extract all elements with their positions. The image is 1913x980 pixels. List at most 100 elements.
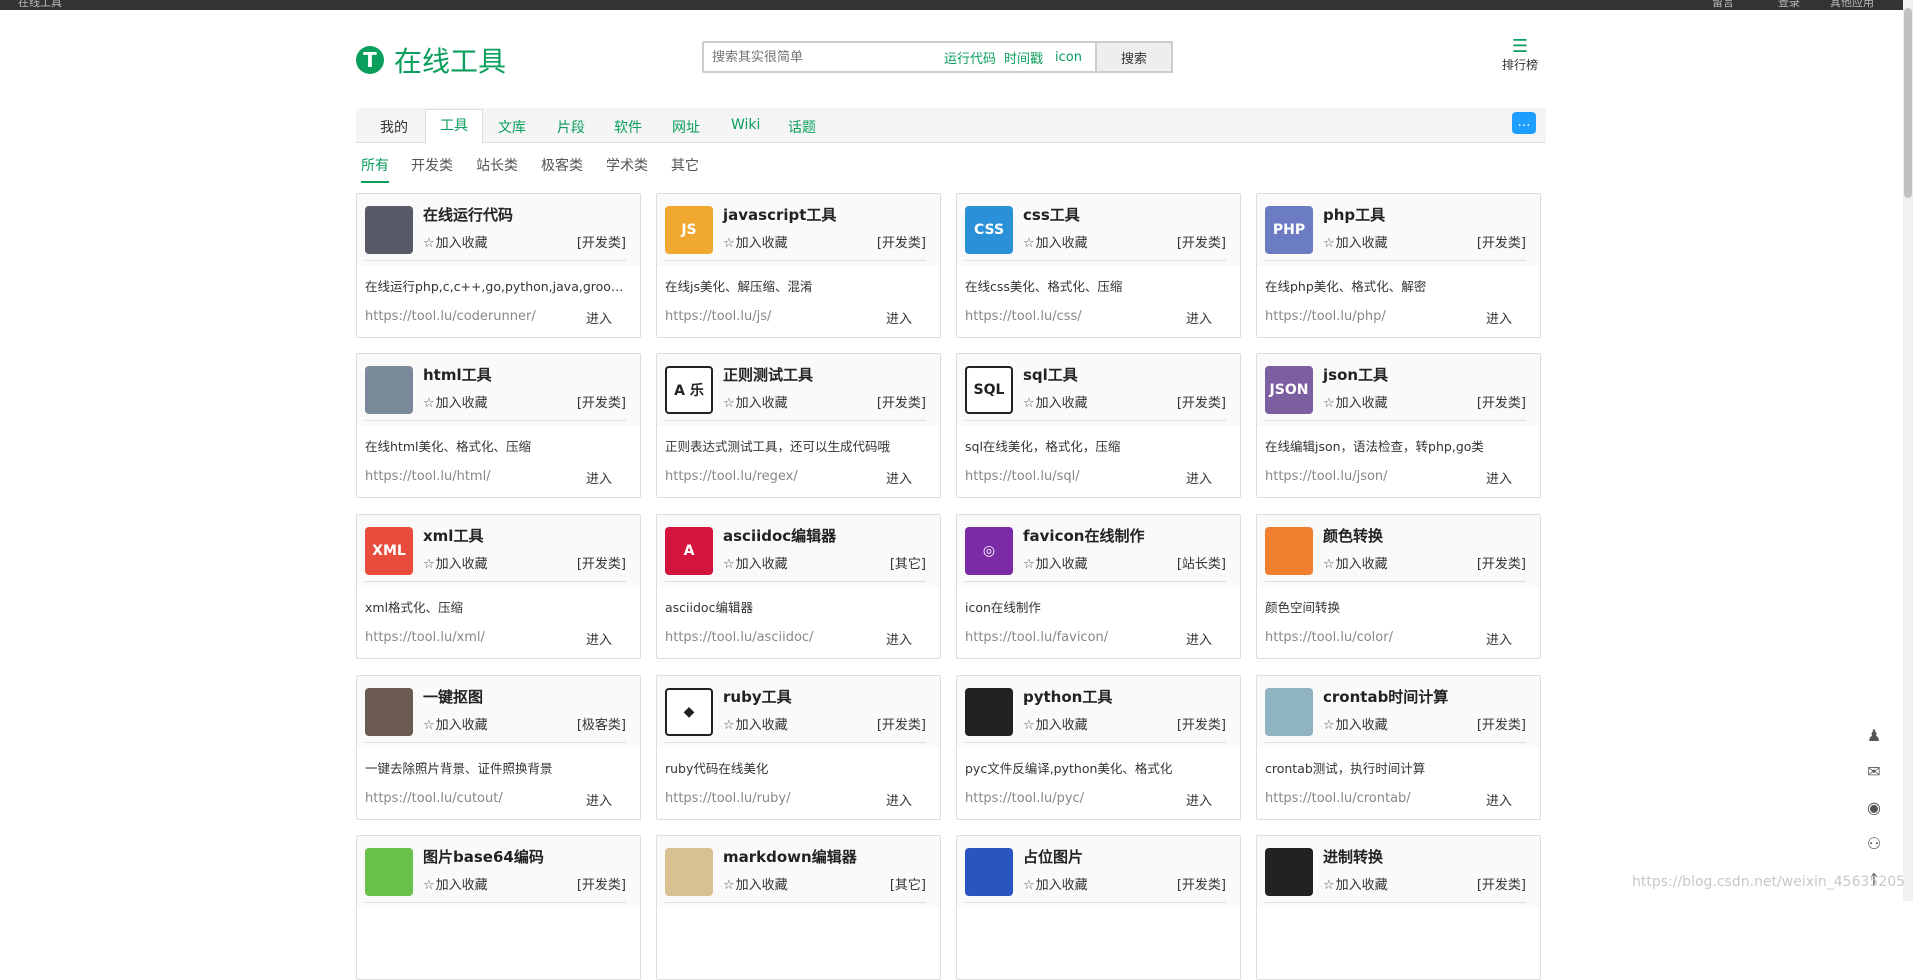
tool-url[interactable]: https://tool.lu/crontab/: [1265, 791, 1411, 806]
tool-card[interactable]: SQL sql工具 ☆加入收藏 [开发类] sql在线美化，格式化，压缩 https://…: [956, 353, 1241, 498]
add-favorite-button[interactable]: ☆加入收藏: [423, 232, 488, 251]
tool-title[interactable]: 在线运行代码: [423, 204, 513, 225]
tool-url[interactable]: https://tool.lu/regex/: [665, 469, 798, 484]
filter-all[interactable]: 所有: [361, 155, 389, 183]
tool-title[interactable]: 图片base64编码: [423, 846, 544, 867]
enter-link[interactable]: 进入: [1186, 790, 1212, 809]
add-favorite-button[interactable]: ☆加入收藏: [1023, 392, 1088, 411]
enter-link[interactable]: 进入: [586, 468, 612, 487]
add-favorite-button[interactable]: ☆加入收藏: [1323, 553, 1388, 572]
tool-title[interactable]: javascript工具: [723, 204, 836, 225]
tool-card[interactable]: XML xml工具 ☆加入收藏 [开发类] xml格式化、压缩 https://tool.…: [356, 514, 641, 659]
tool-url[interactable]: https://tool.lu/sql/: [965, 469, 1080, 484]
tab-snippets[interactable]: 片段: [557, 117, 585, 137]
tool-url[interactable]: https://tool.lu/asciidoc/: [665, 630, 813, 645]
tool-url[interactable]: https://tool.lu/xml/: [365, 630, 485, 645]
tool-card[interactable]: 进制转换 ☆加入收藏 [开发类]: [1256, 835, 1541, 980]
tool-card[interactable]: CSS css工具 ☆加入收藏 [开发类] 在线css美化、格式化、压缩 https://…: [956, 193, 1241, 338]
enter-link[interactable]: 进入: [886, 790, 912, 809]
tool-card[interactable]: JSON json工具 ☆加入收藏 [开发类] 在线编辑json，语法检查，转php,g…: [1256, 353, 1541, 498]
tool-title[interactable]: 颜色转换: [1323, 525, 1383, 546]
enter-link[interactable]: 进入: [1186, 468, 1212, 487]
filter-webmaster[interactable]: 站长类: [476, 155, 518, 175]
tool-card[interactable]: 一键抠图 ☆加入收藏 [极客类] 一键去除照片背景、证件照换背景 https://too…: [356, 675, 641, 820]
tool-title[interactable]: asciidoc编辑器: [723, 525, 836, 546]
chat-icon[interactable]: …: [1512, 112, 1536, 134]
add-favorite-button[interactable]: ☆加入收藏: [423, 392, 488, 411]
tool-card[interactable]: ◆ ruby工具 ☆加入收藏 [开发类] ruby代码在线美化 https://tool.…: [656, 675, 941, 820]
site-logo[interactable]: T 在线工具: [356, 40, 506, 80]
scrollbar-thumb[interactable]: [1904, 8, 1912, 198]
enter-link[interactable]: 进入: [586, 308, 612, 327]
tool-card[interactable]: JS javascript工具 ☆加入收藏 [开发类] 在线js美化、解压缩、混淆 htt…: [656, 193, 941, 338]
add-favorite-button[interactable]: ☆加入收藏: [1023, 874, 1088, 893]
top-bar-link[interactable]: 留言: [1712, 0, 1734, 10]
tool-title[interactable]: html工具: [423, 364, 492, 385]
tool-url[interactable]: https://tool.lu/php/: [1265, 309, 1386, 324]
tool-title[interactable]: 正则测试工具: [723, 364, 813, 385]
tool-title[interactable]: ruby工具: [723, 686, 792, 707]
tool-title[interactable]: python工具: [1023, 686, 1112, 707]
tool-url[interactable]: https://tool.lu/pyc/: [965, 791, 1084, 806]
wechat-icon[interactable]: ✉: [1864, 762, 1884, 781]
tool-url[interactable]: https://tool.lu/favicon/: [965, 630, 1108, 645]
top-bar-link[interactable]: 其他应用: [1830, 0, 1874, 10]
tool-title[interactable]: sql工具: [1023, 364, 1078, 385]
tool-url[interactable]: https://tool.lu/color/: [1265, 630, 1393, 645]
rank-link[interactable]: ☰ 排行榜: [1490, 38, 1550, 73]
tool-card[interactable]: Aasciidoc编辑器 ☆加入收藏 [其它] asciidoc编辑器 https://…: [656, 514, 941, 659]
hot-keyword-link[interactable]: 时间戳: [1004, 48, 1043, 67]
hot-keyword-link[interactable]: 运行代码: [944, 48, 996, 67]
tool-card[interactable]: html工具 ☆加入收藏 [开发类] 在线html美化、格式化、压缩 https://t…: [356, 353, 641, 498]
tool-title[interactable]: 一键抠图: [423, 686, 483, 707]
enter-link[interactable]: 进入: [1186, 629, 1212, 648]
enter-link[interactable]: 进入: [886, 308, 912, 327]
filter-geek[interactable]: 极客类: [541, 155, 583, 175]
add-favorite-button[interactable]: ☆加入收藏: [723, 392, 788, 411]
tool-card[interactable]: A 乐 正则测试工具 ☆加入收藏 [开发类] 正则表达式测试工具，还可以生成代码哦 htt…: [656, 353, 941, 498]
tool-url[interactable]: https://tool.lu/ruby/: [665, 791, 791, 806]
enter-link[interactable]: 进入: [1486, 308, 1512, 327]
tool-title[interactable]: php工具: [1323, 204, 1385, 225]
add-favorite-button[interactable]: ☆加入收藏: [723, 874, 788, 893]
add-favorite-button[interactable]: ☆加入收藏: [423, 874, 488, 893]
tool-title[interactable]: favicon在线制作: [1023, 525, 1144, 546]
tool-card[interactable]: 占位图片 ☆加入收藏 [开发类]: [956, 835, 1241, 980]
tool-url[interactable]: https://tool.lu/html/: [365, 469, 491, 484]
tab-wiki[interactable]: Wiki: [731, 117, 760, 133]
page-scrollbar[interactable]: [1903, 0, 1913, 901]
tab-docs[interactable]: 文库: [498, 117, 526, 137]
tool-title[interactable]: crontab时间计算: [1323, 686, 1448, 707]
tool-title[interactable]: css工具: [1023, 204, 1080, 225]
tool-title[interactable]: json工具: [1323, 364, 1388, 385]
tool-card[interactable]: 在线运行代码 ☆加入收藏 [开发类] 在线运行php,c,c++,go,python,…: [356, 193, 641, 338]
weibo-icon[interactable]: ◉: [1864, 798, 1884, 817]
enter-link[interactable]: 进入: [886, 468, 912, 487]
tool-card[interactable]: markdown编辑器 ☆加入收藏 [其它]: [656, 835, 941, 980]
qq-icon[interactable]: ♟: [1864, 726, 1884, 745]
top-bar-home-link[interactable]: 在线工具: [18, 0, 62, 10]
top-bar-link[interactable]: 登录: [1778, 0, 1800, 10]
tool-card[interactable]: 颜色转换 ☆加入收藏 [开发类] 颜色空间转换 https://tool.lu/colo…: [1256, 514, 1541, 659]
tool-title[interactable]: 占位图片: [1023, 846, 1083, 867]
add-favorite-button[interactable]: ☆加入收藏: [1323, 232, 1388, 251]
add-favorite-button[interactable]: ☆加入收藏: [1323, 874, 1388, 893]
github-icon[interactable]: ⚇: [1864, 834, 1884, 853]
filter-other[interactable]: 其它: [671, 155, 699, 175]
tab-sites[interactable]: 网址: [672, 117, 700, 137]
add-favorite-button[interactable]: ☆加入收藏: [1023, 232, 1088, 251]
add-favorite-button[interactable]: ☆加入收藏: [423, 714, 488, 733]
add-favorite-button[interactable]: ☆加入收藏: [1323, 392, 1388, 411]
tool-url[interactable]: https://tool.lu/cutout/: [365, 791, 503, 806]
add-favorite-button[interactable]: ☆加入收藏: [1023, 553, 1088, 572]
tool-card[interactable]: ◎ favicon在线制作 ☆加入收藏 [站长类] icon在线制作 https://to…: [956, 514, 1241, 659]
enter-link[interactable]: 进入: [1486, 468, 1512, 487]
search-input[interactable]: [710, 48, 932, 66]
hot-keyword-link[interactable]: icon: [1055, 50, 1082, 65]
tool-title[interactable]: markdown编辑器: [723, 846, 857, 867]
tool-card[interactable]: python工具 ☆加入收藏 [开发类] pyc文件反编译,python美化、格式化 h…: [956, 675, 1241, 820]
enter-link[interactable]: 进入: [886, 629, 912, 648]
tool-card[interactable]: crontab时间计算 ☆加入收藏 [开发类] crontab测试，执行时间计算 htt…: [1256, 675, 1541, 820]
filter-dev[interactable]: 开发类: [411, 155, 453, 175]
filter-academic[interactable]: 学术类: [606, 155, 648, 175]
